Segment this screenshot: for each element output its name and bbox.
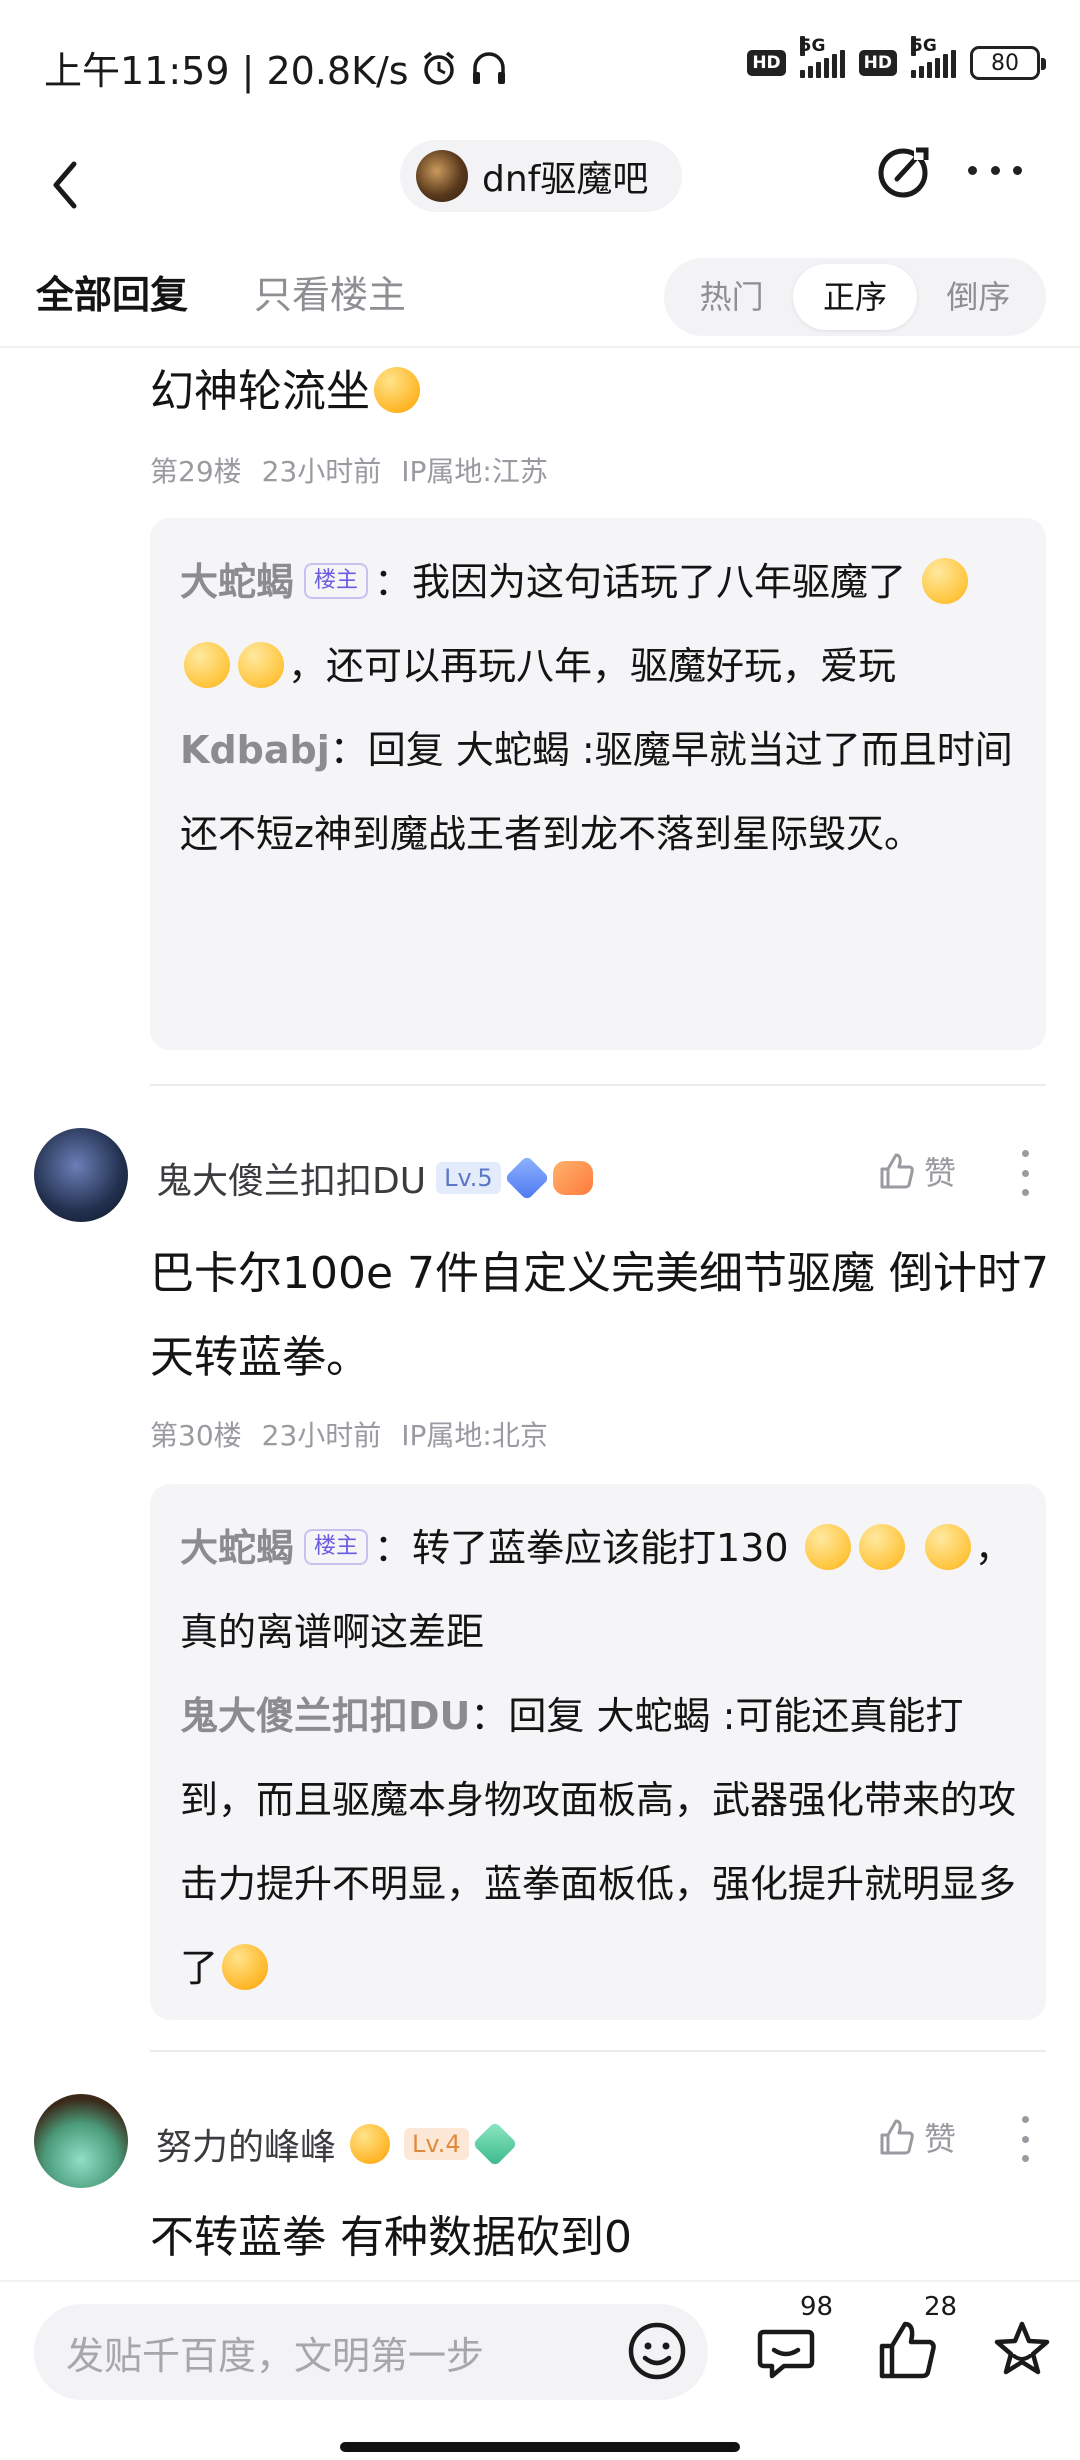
back-button[interactable] — [40, 152, 100, 218]
post-text-31: 不转蓝拳 有种数据砍到0 — [150, 2212, 632, 2263]
post-meta-29: 第29楼 23小时前 IP属地:江苏 — [150, 455, 548, 488]
forum-pill[interactable]: dnf驱魔吧 — [400, 140, 682, 212]
emoji-icon — [184, 641, 230, 688]
hd-badge-2: HD — [858, 50, 897, 76]
back-icon — [53, 161, 77, 209]
floor-more-icon[interactable] — [1020, 2116, 1030, 2162]
emoji-icon — [922, 557, 969, 604]
level-badge: Lv.5 — [436, 1162, 501, 1194]
forum-avatar — [416, 150, 468, 202]
thumb-up-icon — [880, 2119, 914, 2155]
headphones-icon — [472, 51, 505, 84]
hd-badge: HD — [747, 50, 786, 76]
op-badge: 楼主 — [304, 562, 369, 599]
sub-reply: Kdbabj：回复 大蛇蝎 :驱魔早就当过了而且时间还不短z神到魔战王者到龙不落… — [180, 728, 1013, 856]
comment-count: 98 — [800, 2292, 834, 2322]
thumb-up-icon — [880, 1153, 914, 1189]
floor-header-30: 鬼大傻兰扣扣DU Lv.5 赞 — [0, 1128, 1080, 1228]
edit-icon — [878, 146, 929, 198]
gem-icon — [504, 1155, 550, 1201]
signal-icon-2: 5G — [911, 36, 956, 78]
signal-icon: 5G — [799, 36, 845, 78]
floor-more-icon[interactable] — [1020, 1150, 1030, 1196]
like-count: 28 — [924, 2292, 958, 2322]
username[interactable]: 努力的峰峰 Lv.4 — [156, 2118, 518, 2170]
floor-header-31: 努力的峰峰 Lv.4 赞 — [0, 2094, 1080, 2194]
more-icon[interactable] — [962, 150, 1028, 190]
divider — [150, 2050, 1046, 2052]
comment-button[interactable] — [754, 2320, 818, 2384]
emoji-icon — [804, 1523, 851, 1570]
op-badge: 楼主 — [304, 1528, 369, 1565]
status-bar: 上午11:59 | 20.8K/s HD 5G HD 5G 80 — [0, 0, 1080, 130]
gamepad-icon — [552, 1161, 593, 1195]
home-indicator — [340, 2442, 740, 2452]
like-button[interactable]: 赞 — [876, 2114, 956, 2160]
status-time-speed: 上午11:59 | 20.8K/s — [44, 49, 409, 93]
tab-only-op[interactable]: 只看楼主 — [254, 264, 406, 319]
emoji-icon — [350, 2124, 391, 2164]
favorite-button[interactable] — [990, 2318, 1054, 2382]
emoji-icon — [628, 2322, 686, 2380]
sub-reply-box-30[interactable]: 大蛇蝎 楼主 ：转了蓝拳应该能打130 ，真的离谱啊这差距 鬼大傻兰扣扣DU：回复 … — [150, 1484, 1046, 2020]
forum-name: dnf驱魔吧 — [482, 159, 649, 200]
avatar[interactable] — [34, 1128, 128, 1222]
gem-icon — [471, 2121, 518, 2167]
divider — [150, 1084, 1046, 1086]
emoji-icon — [374, 367, 420, 413]
like-button[interactable]: 赞 — [876, 1148, 956, 1194]
sub-reply: 大蛇蝎 楼主 ：转了蓝拳应该能打130 ，真的离谱啊这差距 — [180, 1506, 1016, 1674]
emoji-icon — [924, 1523, 971, 1570]
post-text-30: 巴卡尔100e 7件自定义完美细节驱魔 倒计时7天转蓝拳。 — [150, 1248, 1050, 1383]
reply-list: 幻神轮流坐 第29楼 23小时前 IP属地:江苏 大蛇蝎 楼主 ：我因为这句话玩了八… — [0, 350, 1080, 2280]
comment-icon — [757, 2329, 815, 2379]
sort-toggle: 热门 正序 倒序 — [664, 258, 1046, 336]
post-text-29: 幻神轮流坐 — [150, 350, 1050, 434]
thumb-up-icon — [879, 2321, 936, 2379]
battery-icon: 80 — [970, 46, 1046, 80]
sub-reply: 大蛇蝎 楼主 ：我因为这句话玩了八年驱魔了 ，还可以再玩八年，驱魔好玩，爱玩 — [180, 540, 1016, 708]
bottom-bar: 发贴千百度，文明第一步 98 28 — [0, 2280, 1080, 2460]
filter-row: 全部回复 只看楼主 热门 正序 倒序 — [0, 240, 1080, 348]
emoji-icon — [858, 1523, 905, 1570]
emoji-button[interactable] — [624, 2318, 690, 2384]
emoji-icon — [222, 1943, 269, 1990]
avatar[interactable] — [34, 2094, 128, 2188]
sort-asc[interactable]: 正序 — [793, 264, 917, 330]
star-icon — [994, 2321, 1050, 2375]
sub-reply: 鬼大傻兰扣扣DU：回复 大蛇蝎 :可能还真能打到，而且驱魔本身物攻面板高，武器强… — [180, 1694, 1017, 1990]
sort-desc[interactable]: 倒序 — [917, 264, 1040, 330]
alarm-icon — [423, 51, 454, 85]
sort-hot[interactable]: 热门 — [670, 264, 793, 330]
nav-bar: dnf驱魔吧 — [0, 130, 1080, 240]
emoji-icon — [238, 641, 284, 688]
reply-input[interactable]: 发贴千百度，文明第一步 — [34, 2304, 708, 2400]
status-right: HD 5G HD 5G 80 — [747, 36, 1046, 80]
post-meta-30: 第30楼 23小时前 IP属地:北京 — [150, 1419, 548, 1452]
username[interactable]: 鬼大傻兰扣扣DU Lv.5 — [156, 1152, 593, 1204]
level-badge: Lv.4 — [404, 2128, 469, 2160]
sub-reply-box-29[interactable]: 大蛇蝎 楼主 ：我因为这句话玩了八年驱魔了 ，还可以再玩八年，驱魔好玩，爱玩 Kdb… — [150, 518, 1046, 1050]
like-post-button[interactable] — [874, 2318, 940, 2384]
tab-all-replies[interactable]: 全部回复 — [36, 264, 188, 319]
status-left: 上午11:59 | 20.8K/s — [44, 40, 509, 95]
edit-button[interactable] — [870, 138, 936, 204]
